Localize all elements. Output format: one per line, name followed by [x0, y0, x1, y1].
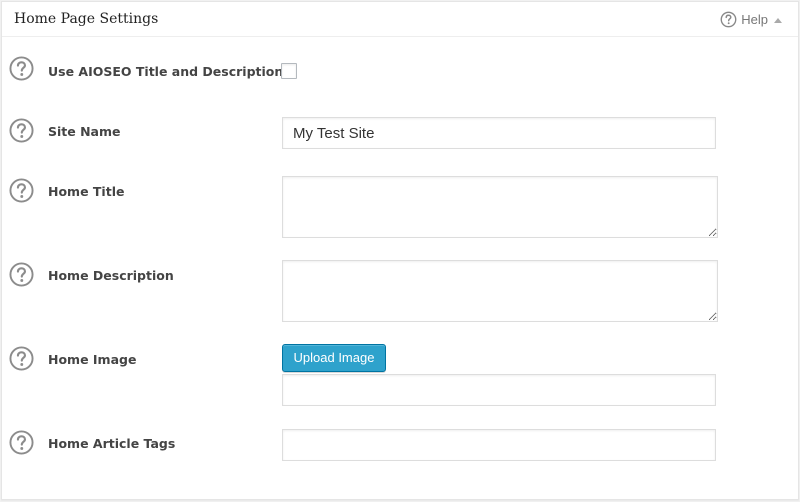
question-circle-icon[interactable] — [9, 346, 34, 371]
question-circle-icon[interactable] — [9, 262, 34, 287]
home-page-settings-panel: Home Page Settings Help Use AIOSEO Title… — [1, 1, 799, 500]
site-name-input[interactable] — [282, 117, 716, 149]
upload-image-button[interactable]: Upload Image — [282, 344, 386, 372]
use-aioseo-label[interactable]: Use AIOSEO Title and Description — [48, 64, 283, 79]
question-circle-icon[interactable] — [9, 430, 34, 455]
question-circle-icon[interactable] — [9, 178, 34, 203]
home-article-tags-input[interactable] — [282, 429, 716, 461]
home-image-url-input[interactable] — [282, 374, 716, 406]
site-name-label[interactable]: Site Name — [48, 124, 121, 139]
home-article-tags-label[interactable]: Home Article Tags — [48, 436, 175, 451]
panel-header: Home Page Settings Help — [2, 2, 798, 37]
question-circle-icon — [720, 11, 737, 28]
use-aioseo-checkbox[interactable] — [281, 63, 297, 79]
home-description-textarea[interactable] — [282, 260, 718, 322]
home-title-label[interactable]: Home Title — [48, 184, 124, 199]
question-circle-icon[interactable] — [9, 118, 34, 143]
home-description-label[interactable]: Home Description — [48, 268, 174, 283]
home-title-textarea[interactable] — [282, 176, 718, 238]
home-image-label[interactable]: Home Image — [48, 352, 136, 367]
panel-title: Home Page Settings — [14, 11, 159, 27]
help-toggle-button[interactable]: Help — [720, 11, 782, 28]
question-circle-icon[interactable] — [9, 56, 34, 81]
triangle-up-icon — [774, 17, 782, 23]
help-label: Help — [741, 12, 768, 27]
